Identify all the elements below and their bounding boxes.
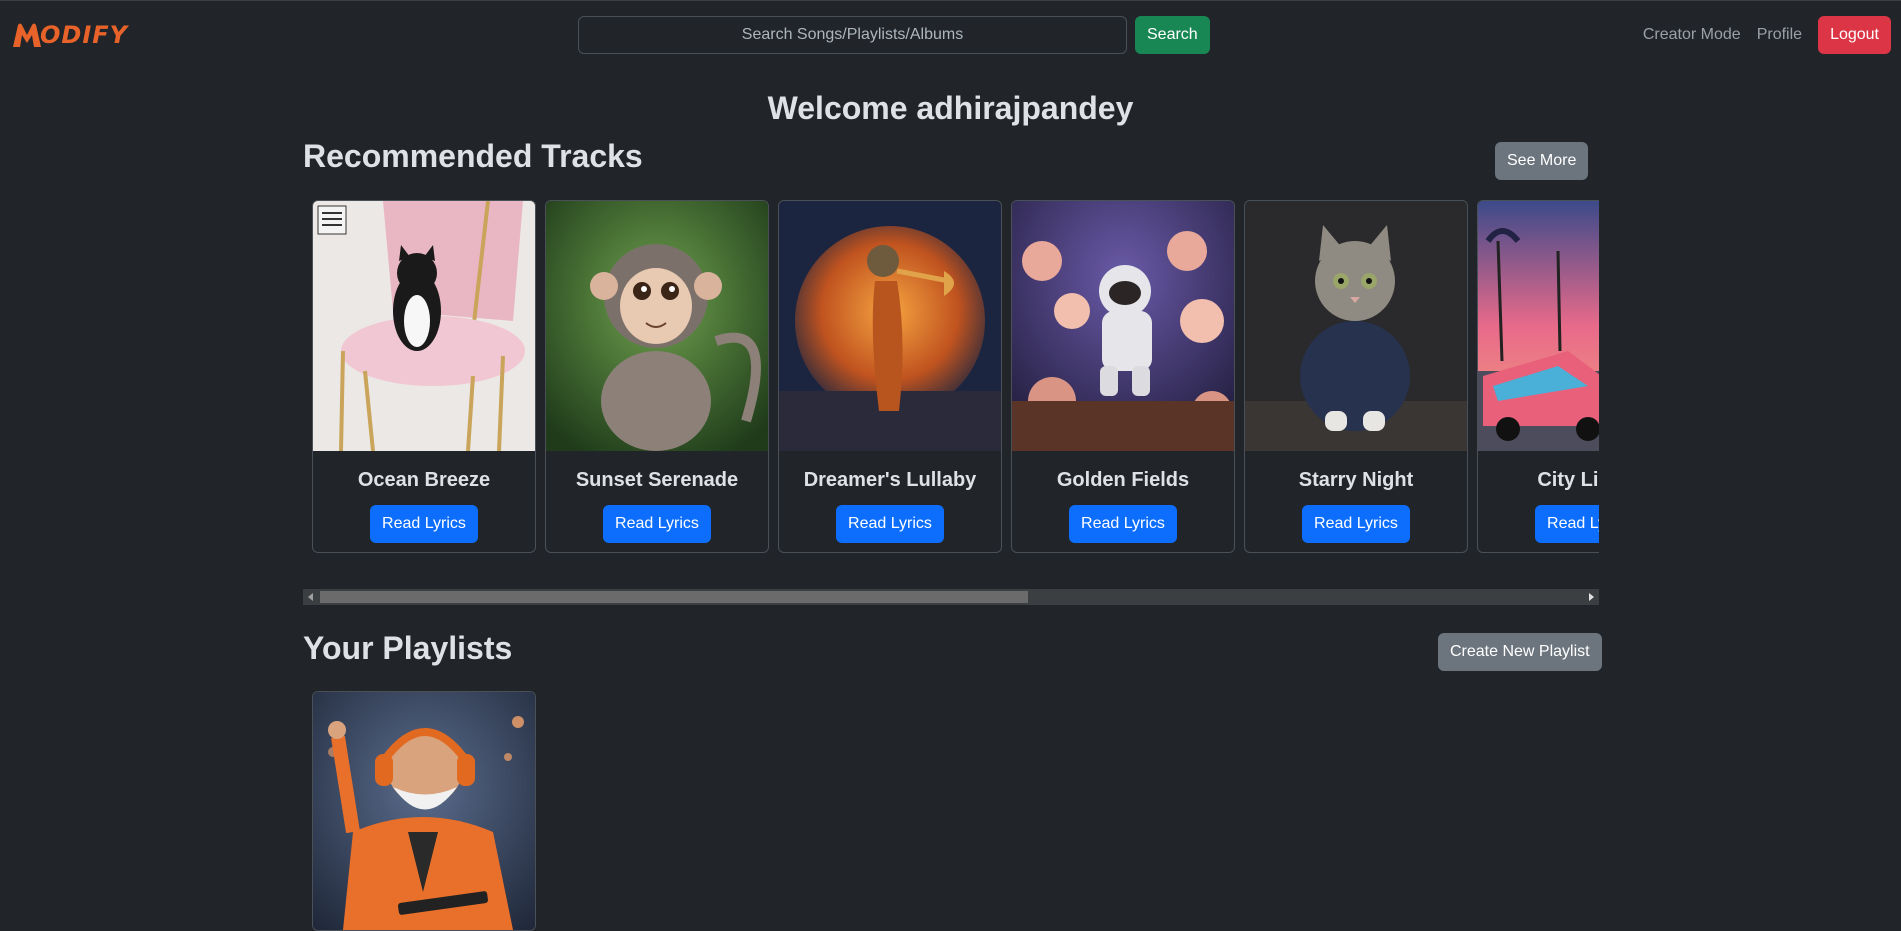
search-button[interactable]: Search [1135, 16, 1210, 54]
track-cover-image [546, 201, 768, 451]
recommended-tracks-carousel[interactable]: Ocean Breeze Read Lyrics Sunset Serenade… [303, 192, 1599, 568]
your-playlists-title: Your Playlists [303, 630, 513, 666]
welcome-heading: Welcome adhirajpandey [767, 90, 1134, 126]
track-title: Ocean Breeze [357, 469, 491, 491]
nav-right: Creator Mode Profile Logout [1643, 16, 1891, 54]
track-cover-image [313, 201, 535, 451]
track-title: Golden Fields [1056, 469, 1190, 491]
scroll-right-arrow-icon[interactable] [1589, 593, 1594, 601]
read-lyrics-button[interactable]: Read Lyrics [836, 505, 944, 543]
app-logo[interactable]: ODIFY [12, 15, 128, 55]
read-lyrics-button[interactable]: Read Lyrics [1069, 505, 1177, 543]
track-row: Ocean Breeze Read Lyrics Sunset Serenade… [312, 200, 1599, 553]
top-navbar: ODIFY Search Creator Mode Profile Logout [0, 0, 1901, 66]
carousel-scrollbar[interactable] [303, 589, 1599, 605]
track-cover-image [1478, 201, 1599, 451]
track-card: Starry Night Read Lyrics [1244, 200, 1468, 553]
scroll-left-arrow-icon[interactable] [308, 593, 313, 601]
logo-text: ODIFY [40, 21, 129, 49]
track-card: Ocean Breeze Read Lyrics [312, 200, 536, 553]
track-card: Sunset Serenade Read Lyrics [545, 200, 769, 553]
track-card: Dreamer's Lullaby Read Lyrics [778, 200, 1002, 553]
track-title: Dreamer's Lullaby [803, 469, 977, 491]
track-title: Starry Night [1298, 469, 1414, 491]
read-lyrics-button[interactable]: Read Lyrics [603, 505, 711, 543]
profile-link[interactable]: Profile [1757, 26, 1802, 44]
recommended-tracks-title: Recommended Tracks [303, 138, 643, 174]
search-input[interactable] [578, 16, 1127, 54]
creator-mode-link[interactable]: Creator Mode [1643, 26, 1741, 44]
playlist-cover-image [313, 692, 535, 930]
scrollbar-thumb[interactable] [320, 591, 1028, 603]
track-cover-image [1245, 201, 1467, 451]
track-title: City Lights [1537, 469, 1599, 491]
read-lyrics-button[interactable]: Read Lyrics [1302, 505, 1410, 543]
create-new-playlist-button[interactable]: Create New Playlist [1438, 633, 1602, 671]
track-cover-image [779, 201, 1001, 451]
track-cover-image [1012, 201, 1234, 451]
logout-button[interactable]: Logout [1818, 16, 1891, 54]
read-lyrics-button[interactable]: Read Lyrics [1535, 505, 1599, 543]
playlist-card[interactable] [312, 691, 536, 931]
track-card: Golden Fields Read Lyrics [1011, 200, 1235, 553]
logo-m-icon [13, 23, 41, 47]
track-title: Sunset Serenade [575, 469, 739, 491]
search-form: Search [578, 16, 1210, 54]
see-more-button[interactable]: See More [1495, 142, 1589, 180]
read-lyrics-button[interactable]: Read Lyrics [370, 505, 478, 543]
track-card: City Lights Read Lyrics [1477, 200, 1599, 553]
